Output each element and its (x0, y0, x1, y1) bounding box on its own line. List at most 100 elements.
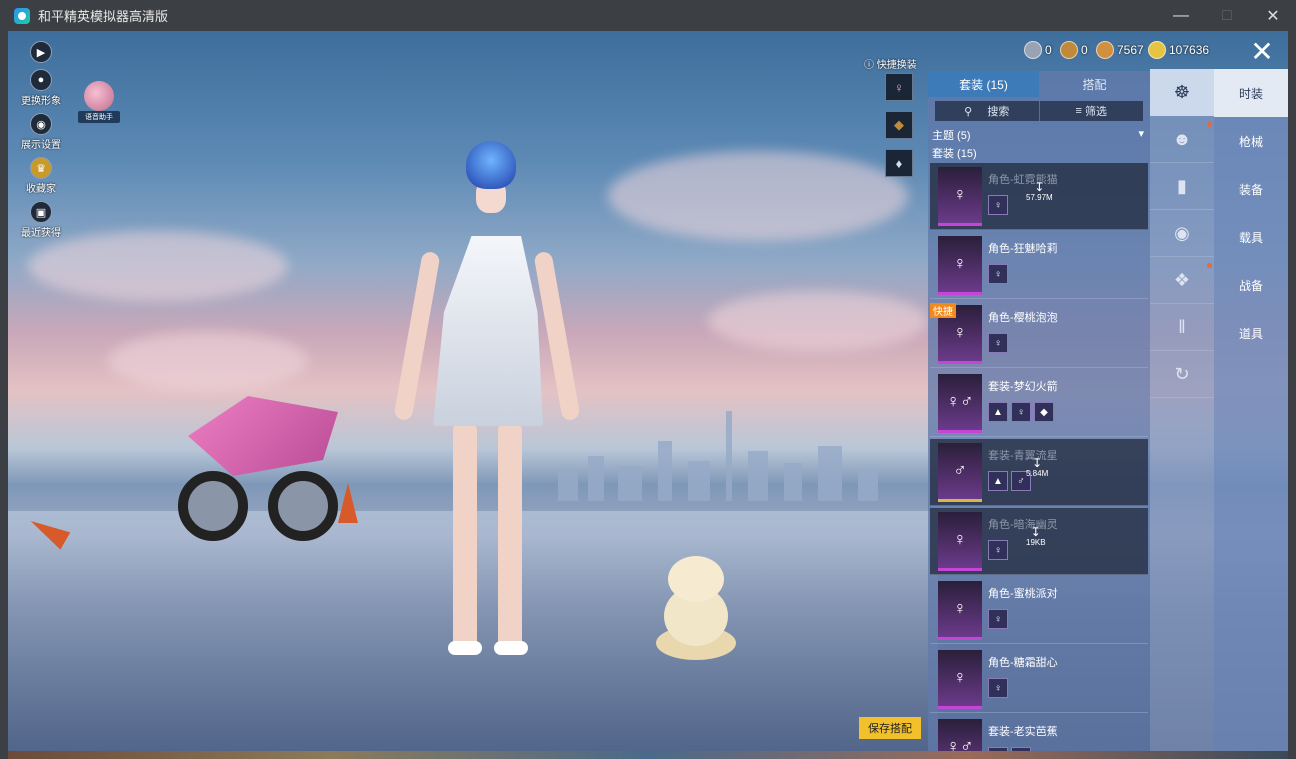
outfit-thumbnail: ♀♂ (938, 373, 982, 433)
gift-icon: ▣ (30, 201, 52, 223)
recently-obtained-button[interactable]: ▣ 最近获得 (16, 201, 66, 239)
outfit-item[interactable]: ♀ 角色-蜜桃派对 ♀ (930, 577, 1148, 644)
outfit-item[interactable]: ♀ 角色-虹霓熊猫 ♀ ↧ 57.97M (930, 163, 1148, 230)
outfit-thumbnail: ♀ (938, 235, 982, 295)
outfit-parts: ♀ (988, 678, 1011, 698)
currency-copper: 7567 (1096, 41, 1144, 59)
currency-bronze: 0 (1060, 41, 1088, 59)
outfit-item[interactable]: ♀ 快捷 角色-樱桃泡泡 ♀ (930, 301, 1148, 368)
theme-dropdown[interactable]: 主题 (5) ▾ (928, 125, 1150, 143)
tool-label: 收藏家 (26, 184, 56, 195)
window-frame-left (0, 31, 8, 759)
category-guns[interactable]: 枪械 (1214, 117, 1288, 165)
outfit-name: 套装-老实芭蕉 (988, 726, 1058, 738)
download-indicator[interactable]: ↧ 57.97M (1026, 181, 1053, 202)
download-indicator[interactable]: ↧ 5.84M (1026, 457, 1048, 478)
cloud (608, 151, 908, 241)
collector-button[interactable]: ♛ 收藏家 (16, 157, 66, 195)
download-indicator[interactable]: ↧ 19KB (1026, 526, 1046, 547)
character-arm (393, 250, 441, 422)
tool-label: 最近获得 (21, 228, 61, 239)
quick-slot-outfit[interactable]: ♀ (885, 73, 913, 101)
assistant-label: 语音助手 (78, 111, 120, 123)
window-titlebar: 和平精英模拟器高清版 — □ ✕ (0, 0, 1296, 31)
category-battle-prep[interactable]: 战备 (1214, 261, 1288, 309)
player-character[interactable] (388, 141, 588, 681)
category-column: 时装 枪械 装备 载具 战备 道具 (1214, 69, 1288, 751)
outfit-item[interactable]: ♀ 角色-糖霜甜心 ♀ (930, 646, 1148, 713)
save-outfit-button[interactable]: 保存搭配 (859, 717, 921, 739)
play-icon: ▶ (30, 41, 52, 63)
cloud (708, 291, 928, 351)
motorcycle (168, 376, 348, 546)
coin-silver-icon (1024, 41, 1042, 59)
currency-value: 7567 (1117, 43, 1144, 57)
section-label: 套装 (15) (932, 148, 977, 160)
close-icon[interactable]: ✕ (1244, 36, 1280, 67)
slot-top[interactable]: ❖ (1150, 257, 1214, 304)
slot-pants[interactable]: ‖ (1150, 304, 1214, 351)
quick-slot-diamond[interactable]: ♦ (885, 149, 913, 177)
slot-emote[interactable]: ☻ (1150, 116, 1214, 163)
theme-label: 主题 (5) (932, 130, 971, 142)
character-shoe (448, 641, 482, 655)
tab-match[interactable]: 搭配 (1039, 71, 1150, 97)
download-icon: ↧ (1034, 180, 1045, 194)
part-thumbnail: ♀ (988, 678, 1008, 698)
outfit-name: 套装-梦幻火箭 (988, 381, 1058, 393)
category-items[interactable]: 道具 (1214, 309, 1288, 357)
window-close-button[interactable]: ✕ (1250, 0, 1296, 31)
outfit-thumbnail: ♀ (938, 166, 982, 226)
search-button[interactable]: ⚲ 搜索 (935, 101, 1039, 121)
category-fashion[interactable]: 时装 (1214, 69, 1288, 117)
currency-value: 0 (1045, 43, 1052, 57)
quick-badge: 快捷 (930, 303, 956, 318)
outfit-thumbnail: ♀♂ (938, 718, 982, 751)
outfit-item[interactable]: ♀ 角色-暗海幽灵 ♀ ↧ 19KB (930, 508, 1148, 575)
search-label: 搜索 (987, 106, 1010, 118)
panel-tabs: 套装 (15) 搭配 (928, 71, 1150, 97)
quick-slot-emblem[interactable]: ◆ (885, 111, 913, 139)
category-vehicles[interactable]: 载具 (1214, 213, 1288, 261)
change-avatar-button[interactable]: ▶ (16, 41, 66, 63)
outfit-item[interactable]: ♂ 套装-青翼流星 ▲ ♂ ↧ 5.84M (930, 439, 1148, 506)
emote-icon: ☻ (1172, 128, 1192, 149)
part-thumbnail: ♀ (988, 264, 1008, 284)
pet-head (668, 556, 724, 602)
outfit-item[interactable]: ♀♂ 套装-老实芭蕉 ▲ ◆ (930, 715, 1148, 751)
filter-button[interactable]: ≡ 筛选 (1038, 101, 1144, 121)
category-equipment[interactable]: 装备 (1214, 165, 1288, 213)
figure-icon: ♀ (894, 79, 904, 95)
outfit-thumbnail: ♀ (938, 649, 982, 709)
outfit-item[interactable]: ♀ 角色-狂魅哈莉 ♀ (930, 232, 1148, 299)
voice-assistant[interactable]: 语音助手 (78, 81, 120, 125)
quick-change-label[interactable]: ⓘ 快捷换装 (864, 56, 917, 71)
outfit-thumbnail: ♀ (938, 580, 982, 640)
display-settings-button[interactable]: ◉ 展示设置 (16, 113, 66, 151)
character-shoe (494, 641, 528, 655)
currency-silver: 0 (1024, 41, 1052, 59)
download-size: 57.97M (1026, 193, 1053, 202)
outfit-item[interactable]: ♀♂ 套装-梦幻火箭 ▲ ♀ ◆ (930, 370, 1148, 437)
slot-shoes[interactable]: ↻ (1150, 351, 1214, 398)
eye-icon: ◉ (30, 113, 52, 135)
tab-suits[interactable]: 套装 (15) (928, 71, 1039, 97)
wheel (268, 471, 338, 541)
left-toolbar: ▶ ● 更换形象 ◉ 展示设置 ♛ 收藏家 ▣ 最近获得 (16, 41, 66, 245)
outfit-parts: ♀ (988, 609, 1011, 629)
help-icon: ⓘ (864, 60, 877, 71)
maximize-button[interactable]: □ (1204, 0, 1250, 31)
minimize-button[interactable]: — (1158, 0, 1204, 31)
slot-outfit[interactable]: ☸ (1150, 69, 1214, 116)
top-icon: ❖ (1173, 269, 1191, 290)
outfit-thumbnail: ♀ (938, 511, 982, 571)
character-leg (453, 421, 477, 651)
change-avatar-button[interactable]: ● 更换形象 (16, 69, 66, 107)
motorcycle-body (188, 396, 338, 476)
part-thumbnail: ♀ (988, 195, 1008, 215)
window-title: 和平精英模拟器高清版 (38, 9, 169, 24)
slot-backpack[interactable]: ▮ (1150, 163, 1214, 210)
slot-mask[interactable]: ◉ (1150, 210, 1214, 257)
outfit-parts: ♀ (988, 333, 1011, 353)
part-thumbnail: ▲ (988, 471, 1008, 491)
